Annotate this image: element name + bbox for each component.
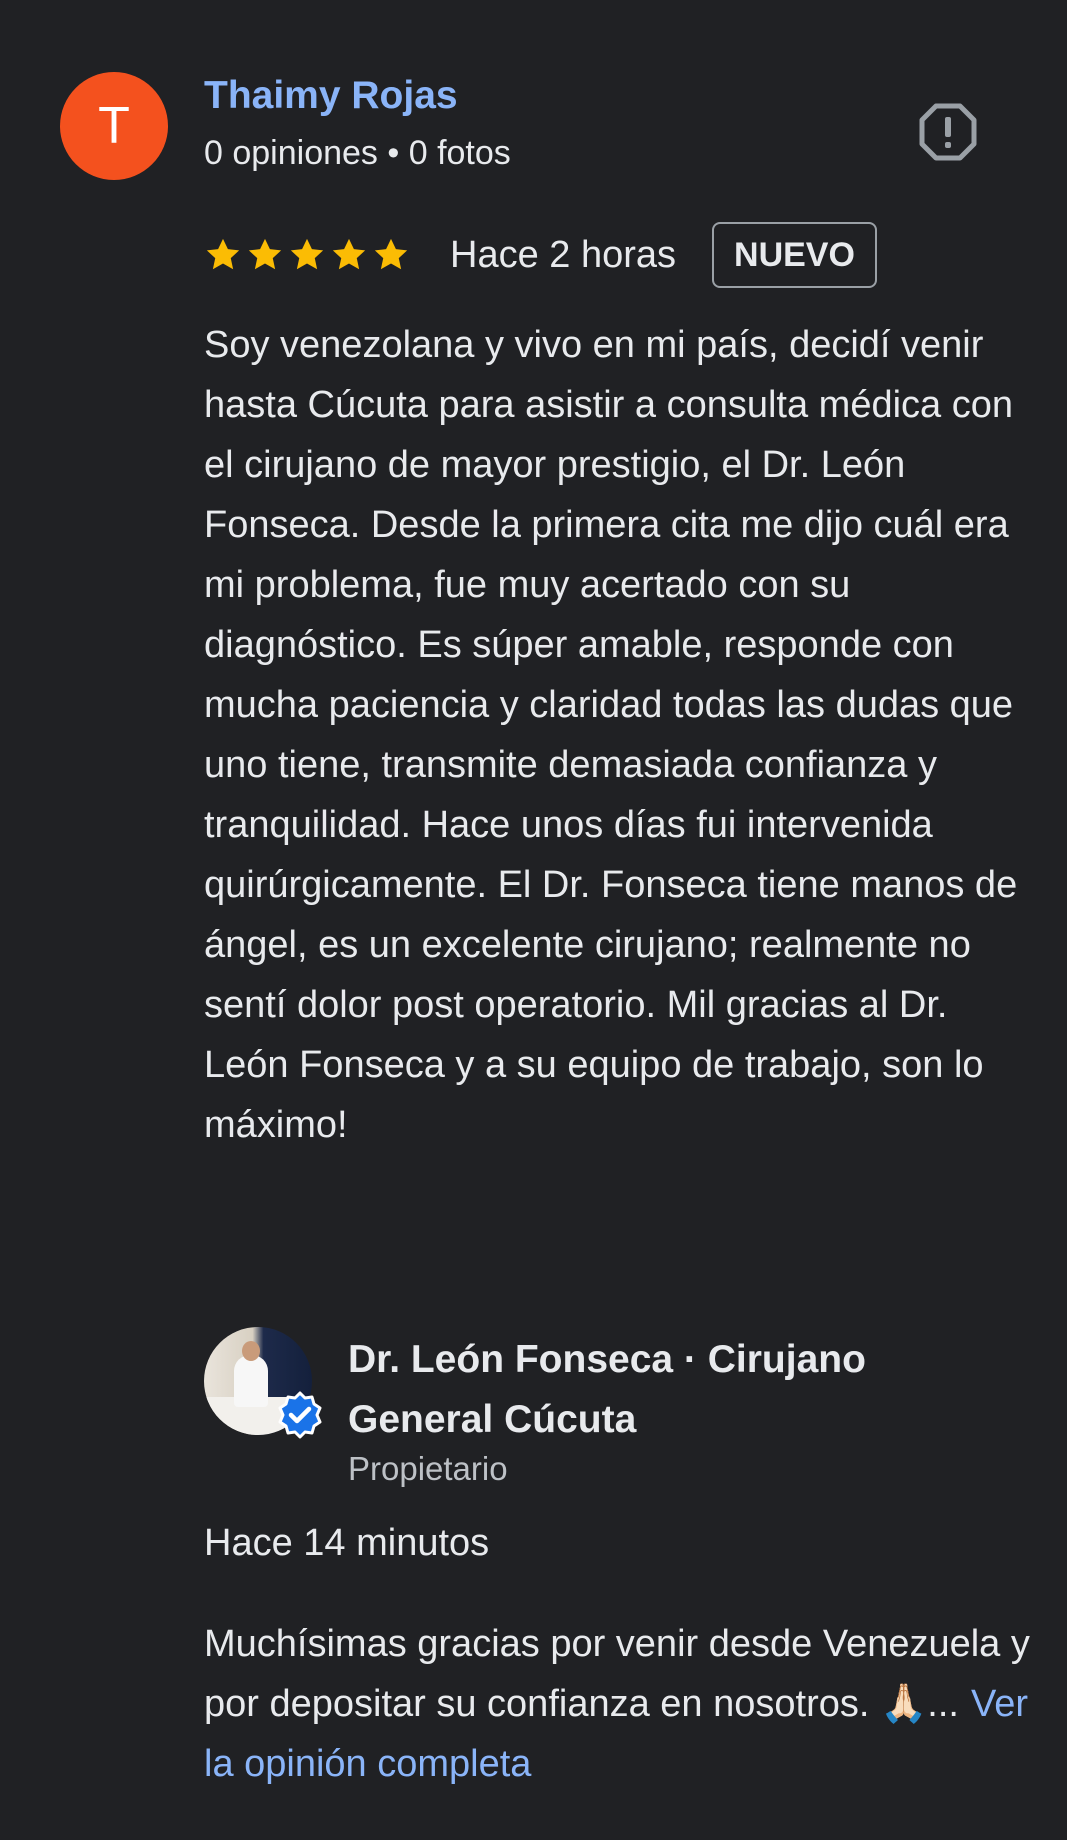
reviewer-initial: T [98,97,130,155]
reply-text-content: Muchísimas gracias por venir desde Venez… [204,1623,1030,1725]
review-time: Hace 2 horas [450,233,677,276]
star-icon [290,238,324,270]
new-badge: NUEVO [712,222,877,288]
star-icon [206,238,240,270]
report-flag-icon[interactable] [918,102,978,162]
reply-text: Muchísimas gracias por venir desde Venez… [204,1614,1044,1794]
star-rating [204,236,414,274]
star-icon [332,238,366,270]
rating-row: Hace 2 horas NUEVO [204,220,877,290]
review-text: Soy venezolana y vivo en mi país, decidí… [204,324,1018,1146]
reviewer-name[interactable]: Thaimy Rojas [204,74,458,118]
star-icon [248,238,282,270]
star-icon [374,238,408,270]
review-card: T Thaimy Rojas 0 opiniones • 0 fotos Hac… [0,0,1067,1840]
owner-avatar[interactable] [204,1327,322,1439]
reviewer-meta: 0 opiniones • 0 fotos [204,134,511,172]
owner-role: Propietario [348,1450,508,1487]
owner-name: Dr. León Fonseca · Cirujano General Cúcu… [348,1338,866,1441]
reply-time: Hace 14 minutos [204,1522,490,1564]
reviewer-avatar[interactable]: T [60,72,168,180]
verified-badge-icon [278,1391,322,1439]
